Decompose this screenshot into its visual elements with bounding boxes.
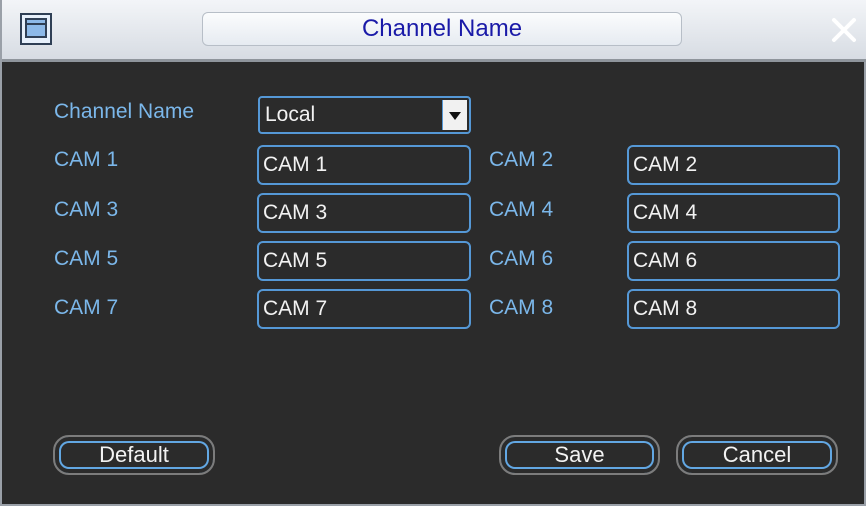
- cam3-label: CAM 3: [54, 198, 119, 221]
- channel-name-label: Channel Name: [54, 100, 195, 123]
- cam2-name-field[interactable]: CAM 2: [627, 145, 840, 185]
- cam4-name-field[interactable]: CAM 4: [627, 193, 840, 233]
- cam2-label: CAM 2: [489, 148, 554, 171]
- cam1-name-field[interactable]: CAM 1: [257, 145, 471, 185]
- cam6-label: CAM 6: [489, 247, 554, 270]
- cam8-name-field[interactable]: CAM 8: [627, 289, 840, 329]
- channel-name-value: Local: [265, 103, 316, 126]
- channel-name-dialog: Channel Name Channel Name Local CAM 1 CA…: [0, 0, 866, 506]
- cam4-label: CAM 4: [489, 198, 554, 221]
- cam7-name-field[interactable]: CAM 7: [257, 289, 471, 329]
- cam3-name-field[interactable]: CAM 3: [257, 193, 471, 233]
- cam8-label: CAM 8: [489, 296, 554, 319]
- chevron-down-icon[interactable]: [442, 100, 467, 130]
- window-icon: [20, 13, 52, 45]
- cancel-button[interactable]: Cancel: [676, 435, 838, 475]
- cam5-name-field[interactable]: CAM 5: [257, 241, 471, 281]
- close-icon[interactable]: [828, 14, 860, 46]
- channel-name-select[interactable]: Local: [258, 96, 471, 134]
- cam5-label: CAM 5: [54, 247, 119, 270]
- save-button[interactable]: Save: [499, 435, 660, 475]
- cam7-label: CAM 7: [54, 296, 119, 319]
- default-button[interactable]: Default: [53, 435, 215, 475]
- title-bar: Channel Name: [2, 0, 866, 62]
- cam1-label: CAM 1: [54, 148, 119, 171]
- dialog-title: Channel Name: [202, 12, 682, 46]
- cam6-name-field[interactable]: CAM 6: [627, 241, 840, 281]
